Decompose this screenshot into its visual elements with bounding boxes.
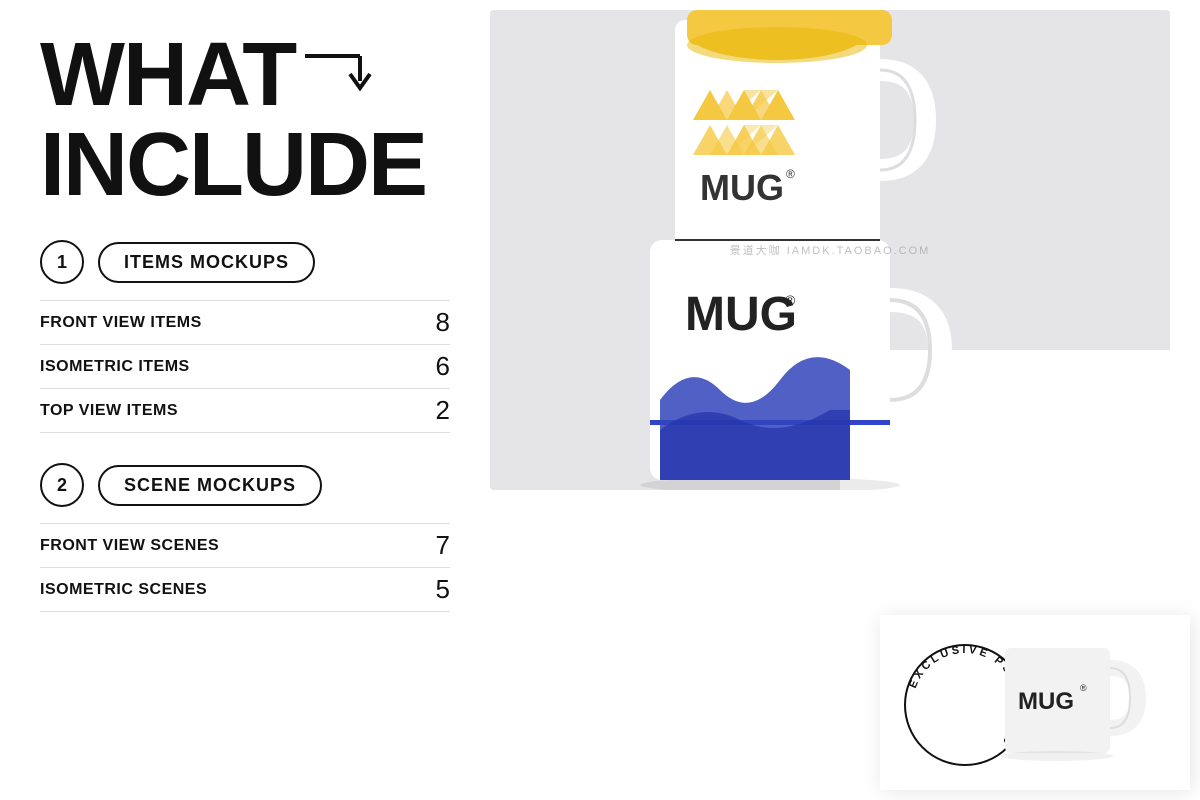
category2-number: 2	[40, 463, 84, 507]
title-line2: INCLUDE	[40, 120, 450, 210]
mug-main-area: 景道大咖 IAMDK.TAOBAO.COM	[490, 10, 1170, 490]
category1-number: 1	[40, 240, 84, 284]
svg-text:MUG: MUG	[700, 167, 784, 208]
right-panel: 景道大咖 IAMDK.TAOBAO.COM	[490, 0, 1200, 800]
item-count: 7	[436, 530, 450, 561]
svg-text:MUG: MUG	[1018, 688, 1074, 715]
item-count: 8	[436, 307, 450, 338]
item-name: FRONT VIEW ITEMS	[40, 314, 202, 332]
category2-header: 2 SCENE MOCKUPS	[40, 463, 450, 507]
item-count: 2	[436, 395, 450, 426]
list-item: FRONT VIEW SCENES 7	[40, 523, 450, 567]
small-mug-card: EXCLUSIVE PSD MOCKU MUG ®	[880, 615, 1190, 790]
item-name: ISOMETRIC SCENES	[40, 581, 207, 599]
list-item: FRONT VIEW ITEMS 8	[40, 300, 450, 344]
svg-text:®: ®	[785, 292, 796, 308]
category1-header: 1 ITEMS MOCKUPS	[40, 240, 450, 284]
category2-block: 2 SCENE MOCKUPS FRONT VIEW SCENES 7 ISOM…	[40, 463, 450, 612]
watermark: 景道大咖 IAMDK.TAOBAO.COM	[730, 242, 931, 258]
small-mug: MUG ®	[990, 633, 1150, 773]
left-panel: WHAT INCLUDE 1 ITEMS MOCKUPS FRONT VIEW …	[0, 0, 490, 800]
category2-label: SCENE MOCKUPS	[98, 465, 322, 506]
list-item: ISOMETRIC SCENES 5	[40, 567, 450, 612]
category1-block: 1 ITEMS MOCKUPS FRONT VIEW ITEMS 8 ISOME…	[40, 240, 450, 433]
list-item: TOP VIEW ITEMS 2	[40, 388, 450, 433]
category1-label: ITEMS MOCKUPS	[98, 242, 315, 283]
item-name: ISOMETRIC ITEMS	[40, 358, 190, 376]
item-name: TOP VIEW ITEMS	[40, 402, 178, 420]
svg-text:®: ®	[786, 167, 795, 181]
svg-text:®: ®	[1080, 683, 1087, 693]
item-count: 5	[436, 574, 450, 605]
item-name: FRONT VIEW SCENES	[40, 537, 219, 555]
main-title-block: WHAT INCLUDE	[40, 30, 450, 210]
list-item: ISOMETRIC ITEMS 6	[40, 344, 450, 388]
item-count: 6	[436, 351, 450, 382]
title-line1: WHAT	[40, 30, 295, 120]
svg-text:MUG: MUG	[685, 288, 797, 341]
arrow-icon	[305, 36, 385, 108]
